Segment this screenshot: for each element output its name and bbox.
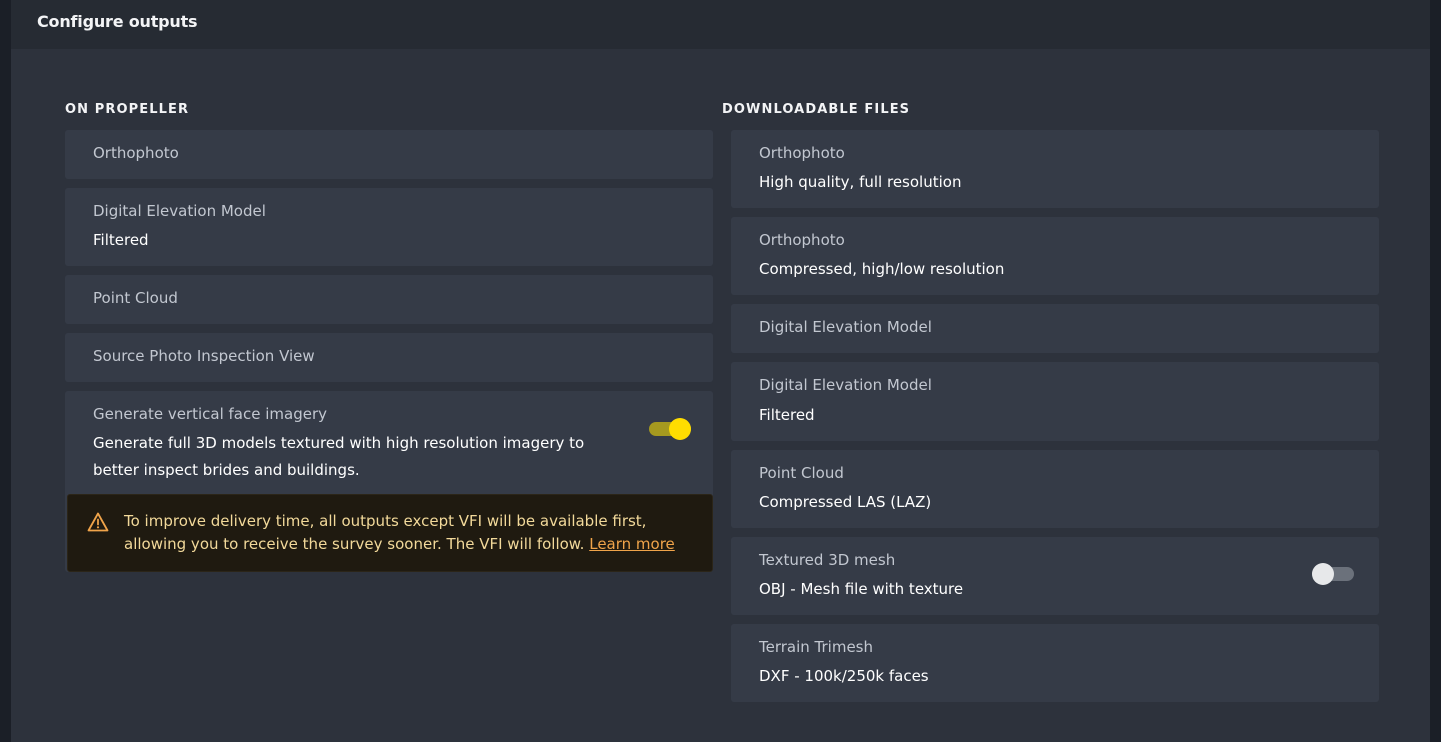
download-terrain-trimesh[interactable]: Terrain Trimesh DXF - 100k/250k faces	[731, 624, 1379, 702]
on-propeller-section: ON PROPELLER Orthophoto Digital Elevatio…	[65, 102, 713, 572]
download-title: Terrain Trimesh	[759, 638, 874, 656]
download-dem-filtered[interactable]: Digital Elevation Model Filtered	[731, 362, 1379, 441]
vfi-warning-alert: To improve delivery time, all outputs ex…	[67, 494, 713, 572]
vfi-toggle[interactable]	[649, 417, 691, 440]
panel-header: Configure outputs	[11, 0, 1430, 49]
downloadable-files-heading: DOWNLOADABLE FILES	[722, 102, 911, 117]
download-subtitle: Filtered	[759, 406, 815, 424]
output-title: Orthophoto	[93, 144, 179, 162]
download-subtitle: OBJ - Mesh file with texture	[759, 580, 964, 598]
download-title: Point Cloud	[759, 464, 844, 482]
download-title: Orthophoto	[759, 144, 845, 162]
output-description-line-1: Generate full 3D models textured with hi…	[93, 434, 585, 452]
textured-mesh-toggle[interactable]	[1312, 562, 1354, 585]
download-orthophoto-full[interactable]: Orthophoto High quality, full resolution	[731, 130, 1379, 208]
output-dem-filtered[interactable]: Digital Elevation Model Filtered	[65, 188, 713, 266]
output-title: Generate vertical face imagery	[93, 405, 328, 423]
page-title: Configure outputs	[37, 12, 198, 31]
output-orthophoto[interactable]: Orthophoto	[65, 130, 713, 179]
alert-message: To improve delivery time, all outputs ex…	[124, 510, 694, 556]
download-title: Digital Elevation Model	[759, 318, 932, 336]
output-vertical-face-imagery: Generate vertical face imagery Generate …	[65, 391, 713, 572]
on-propeller-heading: ON PROPELLER	[65, 102, 190, 117]
warning-icon	[87, 512, 109, 532]
output-description-line-2: better inspect brides and buildings.	[93, 461, 360, 479]
download-dem[interactable]: Digital Elevation Model	[731, 304, 1379, 353]
download-textured-3d-mesh: Textured 3D mesh OBJ - Mesh file with te…	[731, 537, 1379, 615]
download-orthophoto-compressed[interactable]: Orthophoto Compressed, high/low resoluti…	[731, 217, 1379, 295]
downloadable-files-section: DOWNLOADABLE FILES Orthophoto High quali…	[722, 102, 1379, 702]
download-title: Orthophoto	[759, 231, 845, 249]
toggle-knob	[1312, 563, 1334, 585]
output-title: Digital Elevation Model	[93, 202, 266, 220]
learn-more-link[interactable]: Learn more	[589, 535, 675, 553]
alert-text: To improve delivery time, all outputs ex…	[124, 512, 647, 553]
configure-outputs-panel: Configure outputs ON PROPELLER Orthophot…	[11, 0, 1430, 742]
output-title: Point Cloud	[93, 289, 178, 307]
output-point-cloud[interactable]: Point Cloud	[65, 275, 713, 324]
download-subtitle: Compressed, high/low resolution	[759, 260, 1005, 278]
download-subtitle: High quality, full resolution	[759, 173, 962, 191]
toggle-knob	[669, 418, 691, 440]
download-subtitle: Compressed LAS (LAZ)	[759, 493, 932, 511]
output-title: Source Photo Inspection View	[93, 347, 315, 365]
download-point-cloud[interactable]: Point Cloud Compressed LAS (LAZ)	[731, 450, 1379, 528]
output-source-photo-inspection[interactable]: Source Photo Inspection View	[65, 333, 713, 382]
download-title: Digital Elevation Model	[759, 376, 932, 394]
download-title: Textured 3D mesh	[759, 551, 896, 569]
output-subtitle: Filtered	[93, 231, 149, 249]
download-subtitle: DXF - 100k/250k faces	[759, 667, 929, 685]
